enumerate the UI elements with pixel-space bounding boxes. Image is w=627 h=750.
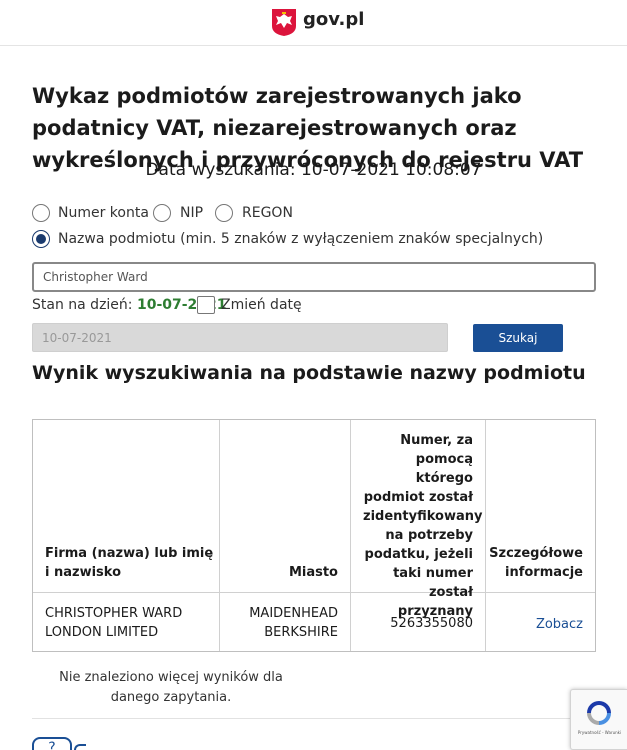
radio-label-numer-konta: Numer konta (58, 205, 149, 221)
divider (32, 718, 595, 719)
table-header-number: Numer, za pomocą którego podmiot został … (363, 433, 483, 619)
details-link[interactable]: Zobacz (486, 615, 583, 634)
table-cell-city: MAIDENHEAD BERKSHIRE (249, 606, 338, 640)
gov-pl-logo-text[interactable]: gov.pl (303, 9, 364, 30)
results-table: Firma (nazwa) lub imię i nazwisko Miasto… (32, 419, 596, 652)
recaptcha-badge[interactable]: Prywatność - Warunki (570, 689, 627, 750)
radio-label-nip: NIP (180, 205, 204, 221)
recaptcha-privacy-text[interactable]: Prywatność - Warunki (573, 730, 626, 735)
entity-name-search-input[interactable] (32, 262, 596, 292)
results-heading: Wynik wyszukiwania na podstawie nazwy po… (32, 362, 586, 384)
help-bubble-tail-icon (74, 744, 86, 750)
help-icon[interactable]: ? (32, 737, 72, 750)
change-date-checkbox[interactable] (197, 296, 215, 314)
radio-label-regon: REGON (242, 205, 293, 221)
status-date-label: Stan na dzień: (32, 297, 133, 313)
radio-numer-konta[interactable] (32, 204, 50, 222)
table-header-details: Szczegółowe informacje (489, 546, 583, 580)
recaptcha-icon (587, 701, 611, 725)
table-header-name: Firma (nazwa) lub imię i nazwisko (45, 546, 214, 580)
table-cell-name: CHRISTOPHER WARD LONDON LIMITED (45, 606, 183, 640)
radio-nazwa-podmiotu[interactable] (32, 230, 50, 248)
no-more-results-message: Nie znaleziono więcej wyników dla danego… (59, 670, 283, 705)
date-input (32, 323, 448, 352)
change-date-label: Zmień datę (221, 297, 302, 313)
table-cell-number: 5263355080 (390, 616, 473, 631)
radio-label-nazwa-podmiotu: Nazwa podmiotu (min. 5 znaków z wyłączen… (58, 231, 544, 247)
radio-regon[interactable] (215, 204, 233, 222)
site-header: gov.pl (0, 0, 627, 46)
table-header-divider (33, 592, 595, 593)
search-date: Data wyszukania: 10-07-2021 10:08:07 (0, 160, 627, 180)
polish-eagle-emblem-icon[interactable] (271, 8, 297, 37)
table-header-city: Miasto (288, 565, 338, 580)
search-button[interactable]: Szukaj (473, 324, 563, 352)
search-date-label: Data wyszukania: 10-07-2021 10:08:07 (145, 160, 482, 180)
radio-nip[interactable] (153, 204, 171, 222)
